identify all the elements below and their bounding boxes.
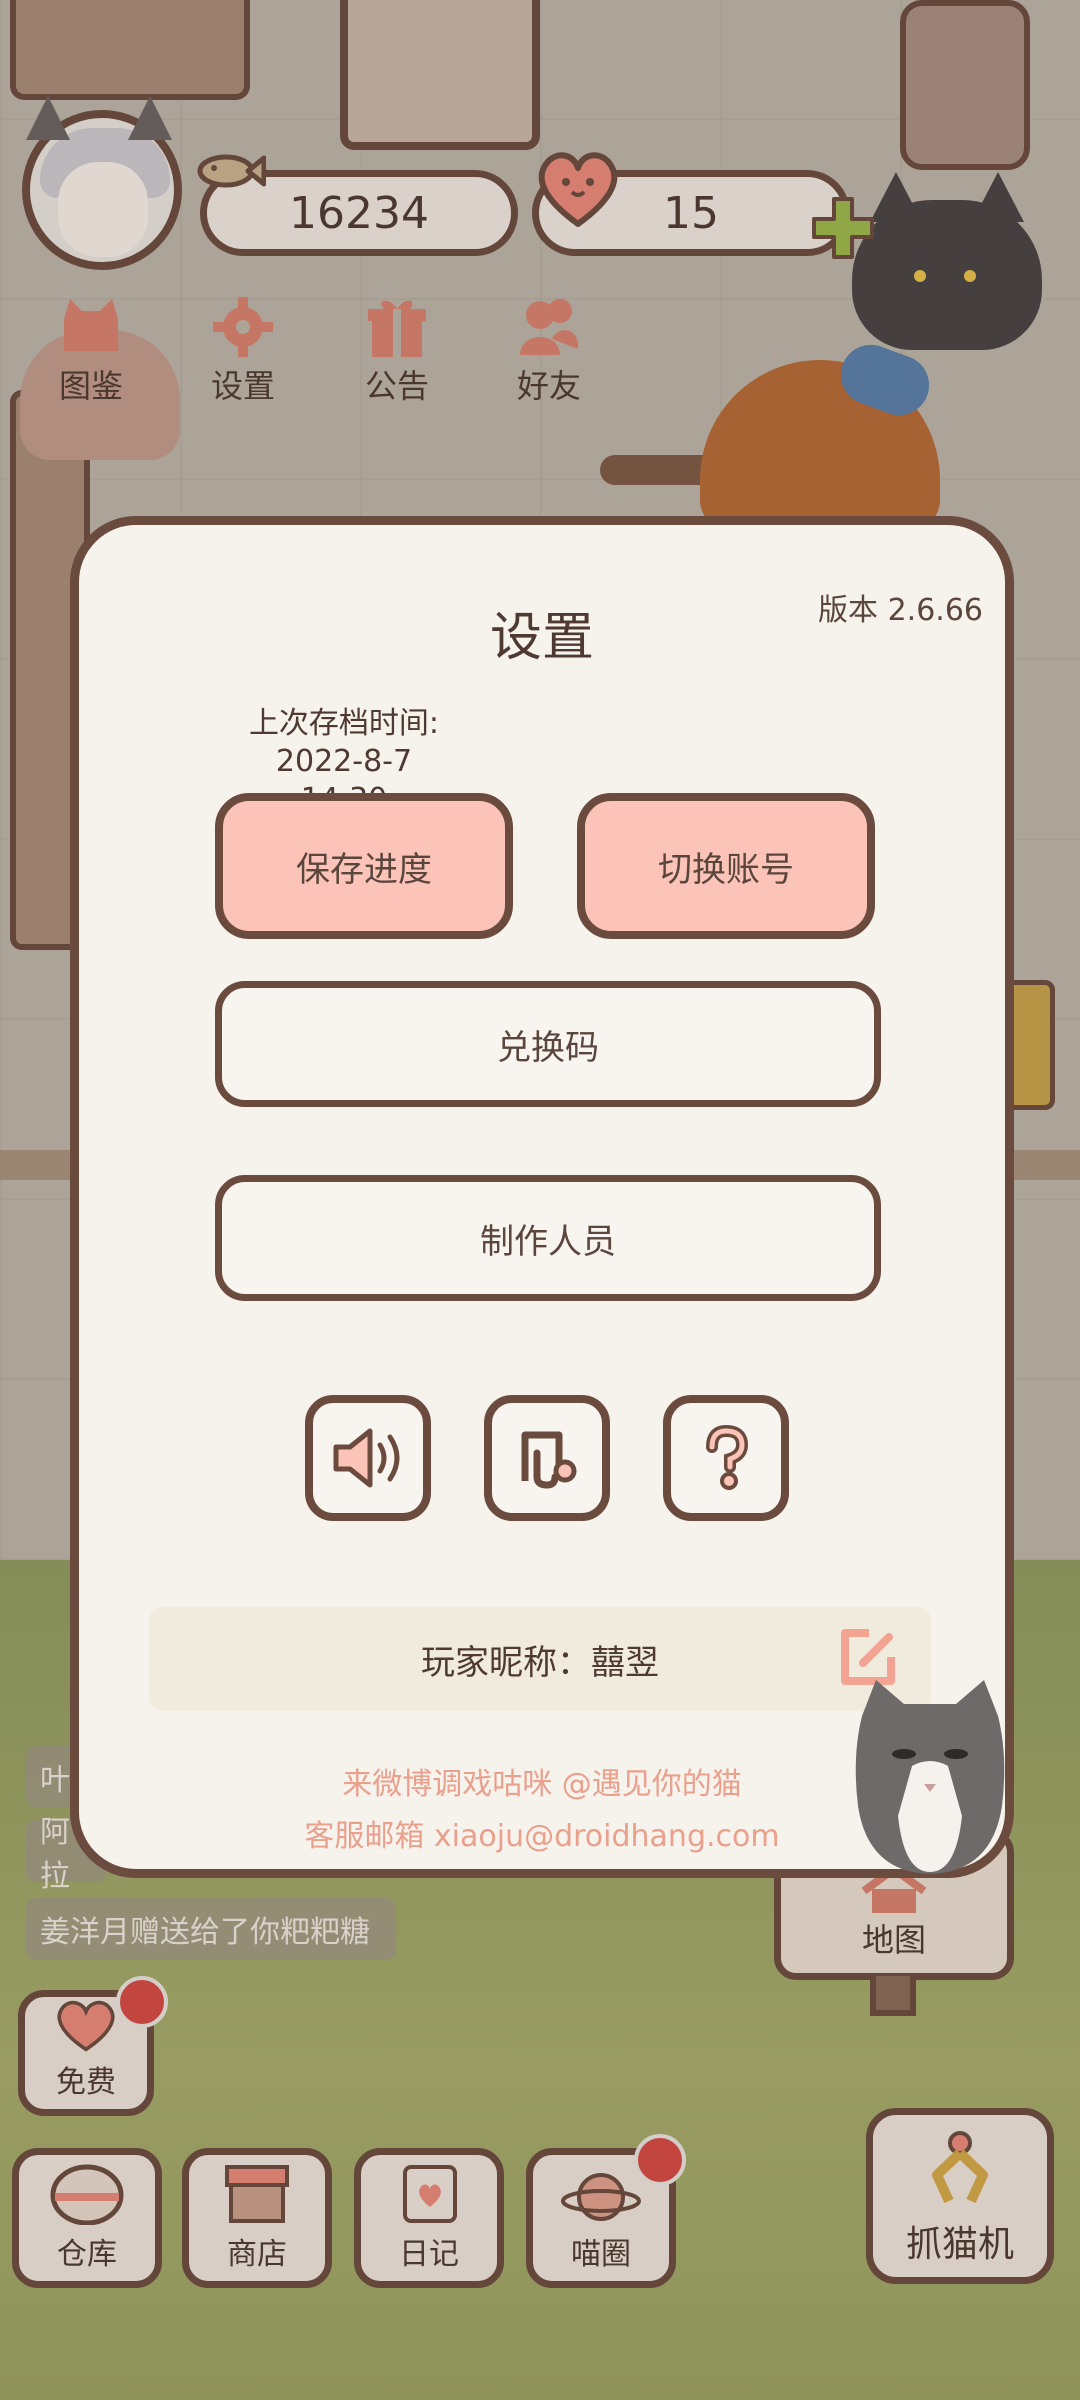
sound-icon xyxy=(333,1428,400,1488)
help-button[interactable] xyxy=(663,1395,789,1521)
switch-account-button[interactable]: 切换账号 xyxy=(577,793,875,939)
player-nickname-bar: 玩家昵称： 囍翌 xyxy=(149,1607,931,1711)
last-save-time-label: 上次存档时间: xyxy=(248,706,440,741)
save-progress-button[interactable]: 保存进度 xyxy=(215,793,513,939)
music-icon xyxy=(521,1431,577,1489)
credits-label: 制作人员 xyxy=(480,1221,616,1262)
nickname-value: 囍翌 xyxy=(591,1642,659,1683)
cat-photo-sticker xyxy=(855,1680,1005,1874)
credits-button[interactable]: 制作人员 xyxy=(215,1175,881,1301)
version-label: 版本 2.6.66 xyxy=(818,593,983,628)
settings-dialog: 设置 版本 2.6.66 上次存档时间: 2022-8-7 14:30 保存进度… xyxy=(70,516,1014,1878)
help-icon xyxy=(706,1424,749,1490)
sound-toggle-button[interactable] xyxy=(305,1395,431,1521)
music-toggle-button[interactable] xyxy=(484,1395,610,1521)
redeem-code-label: 兑换码 xyxy=(497,1027,599,1068)
redeem-code-button[interactable]: 兑换码 xyxy=(215,981,881,1107)
save-progress-label: 保存进度 xyxy=(296,849,432,890)
nickname-label: 玩家昵称： xyxy=(421,1642,591,1683)
switch-account-label: 切换账号 xyxy=(658,849,794,890)
